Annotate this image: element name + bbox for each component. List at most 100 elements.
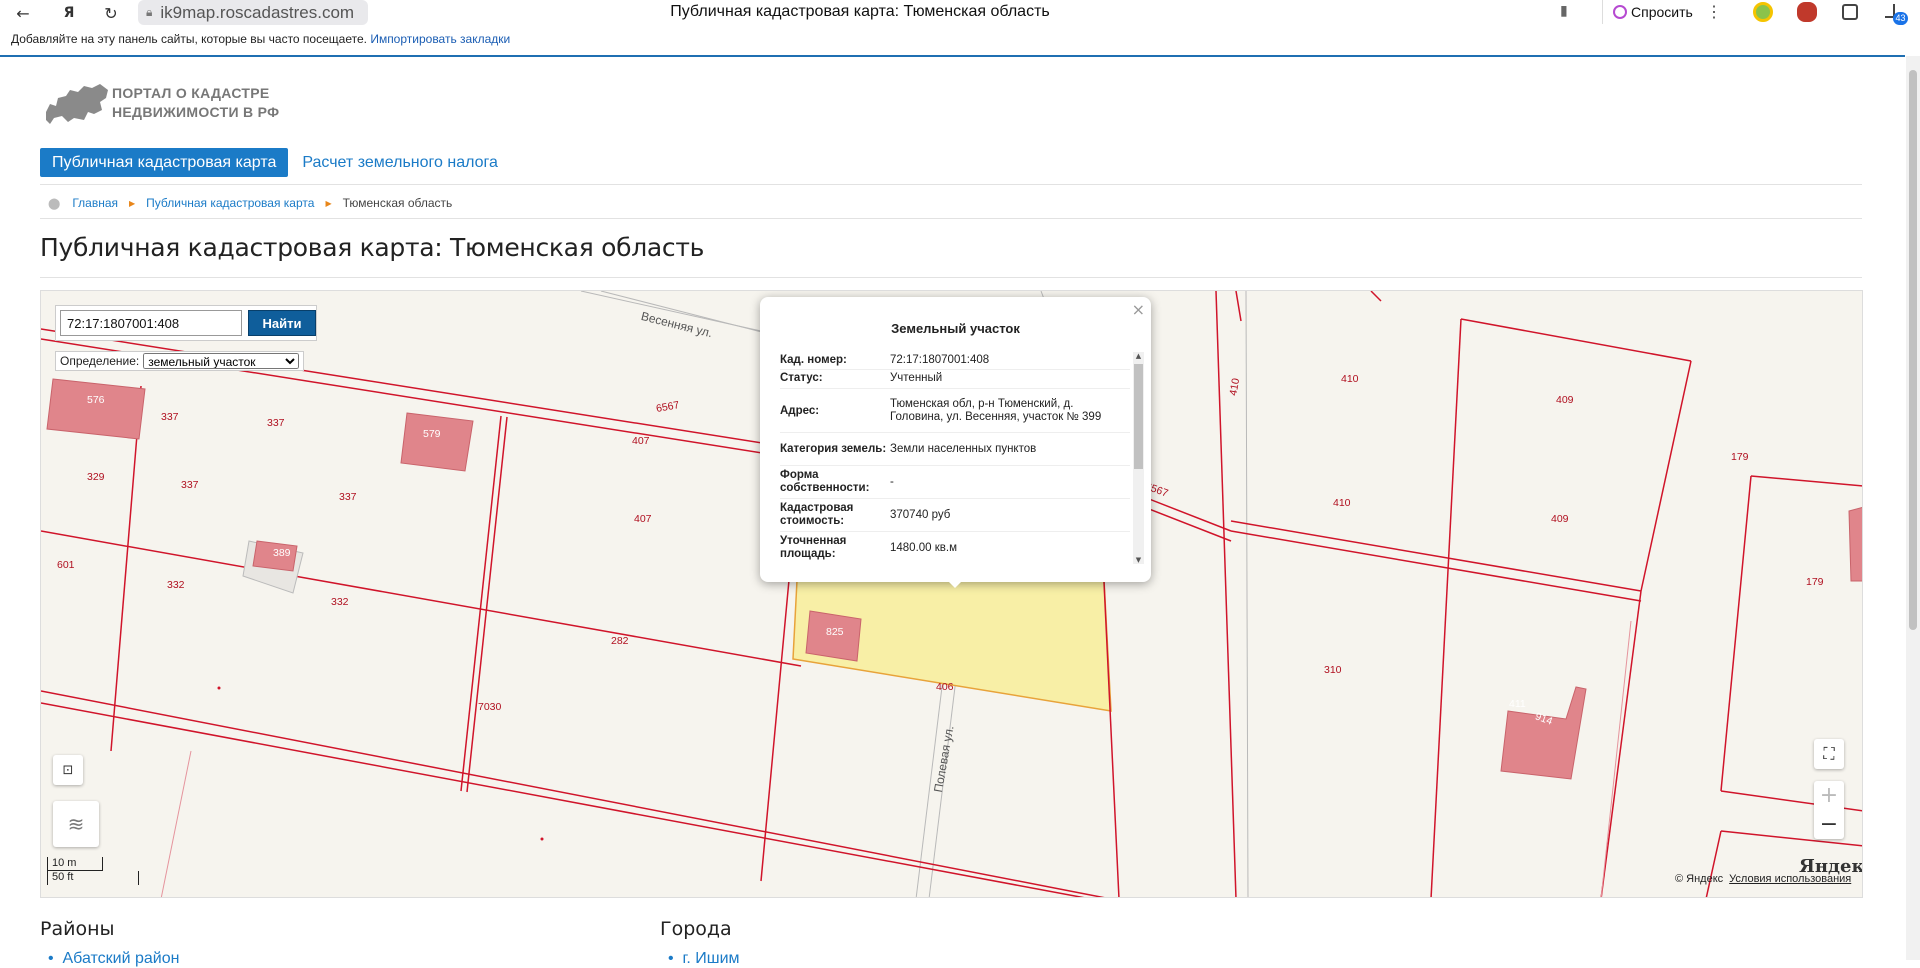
- zoom-out-button[interactable]: −: [1820, 812, 1838, 837]
- cities-heading: Города: [660, 918, 732, 940]
- breadcrumb: ⬤ Главная ▶ Публичная кадастровая карта …: [48, 196, 452, 210]
- districts-heading: Районы: [40, 918, 115, 940]
- district-link[interactable]: • Абатский район: [48, 950, 179, 968]
- zoom-in-button[interactable]: +: [1820, 783, 1838, 808]
- popup-scrollbar-thumb[interactable]: [1134, 364, 1143, 469]
- find-button[interactable]: Найти: [248, 310, 316, 336]
- popup-row-value: -: [890, 476, 894, 488]
- menu-item-cadastral-map[interactable]: Публичная кадастровая карта: [40, 148, 289, 177]
- parcel-number-label: 407: [634, 513, 652, 525]
- bookmarks-hint: Добавляйте на эту панель сайты, которые …: [11, 32, 367, 46]
- building-edge: [1848, 507, 1862, 582]
- parcel-number-label: 332: [331, 596, 349, 608]
- breadcrumb-map[interactable]: Публичная кадастровая карта: [146, 196, 314, 210]
- building-579: [400, 412, 474, 472]
- parcel-number-label: 407: [632, 435, 650, 447]
- breadcrumb-arrow-icon: ▶: [129, 198, 136, 208]
- more-menu-icon[interactable]: ⋮: [1706, 2, 1722, 22]
- logo-line-2: НЕДВИЖИМОСТИ В РФ: [112, 104, 280, 120]
- ask-button[interactable]: Спросить: [1602, 0, 1703, 24]
- browser-toolbar: ← Я ↻ 🔒︎ ik9map.roscadastres.com Публичн…: [0, 0, 1920, 26]
- scroll-down-icon[interactable]: ▼: [1134, 556, 1143, 564]
- terms-link[interactable]: Условия использования: [1729, 873, 1851, 885]
- logo-line-1: ПОРТАЛ О КАДАСТРЕ: [112, 85, 270, 101]
- page-top-border: [0, 55, 1905, 57]
- menu-divider: [40, 184, 1862, 185]
- popup-row: Уточненная площадь: 1480.00 кв.м: [780, 532, 1130, 560]
- cadastral-map[interactable]: Весенняя ул. Полевая ул. 576 337 337 579 656…: [40, 290, 1863, 898]
- map-copyright: © Яндекс Условия использования: [1675, 873, 1851, 885]
- bookmarks-bar: Добавляйте на эту панель сайты, которые …: [0, 32, 1920, 54]
- import-bookmarks-link[interactable]: Импортировать закладки: [370, 32, 510, 46]
- popup-row-value: Земли населенных пунктов: [890, 443, 1037, 455]
- district-link-text[interactable]: Абатский район: [63, 950, 180, 967]
- breadcrumb-home[interactable]: Главная: [72, 196, 118, 210]
- popup-row-label: Кад. номер:: [780, 354, 847, 366]
- ruler-icon[interactable]: ⊡: [53, 755, 83, 785]
- popup-row-label: Форма собственности:: [780, 469, 870, 494]
- parcel-number-label: 337: [339, 491, 357, 503]
- parcel-number-label: 332: [167, 579, 185, 591]
- menu-item-land-tax[interactable]: Расчет земельного налога: [302, 154, 498, 172]
- parcel-number-label: 579: [423, 428, 441, 440]
- ask-label: Спросить: [1631, 4, 1693, 20]
- parcel-info-popup: × Земельный участок Кад. номер: 72:17:180…: [760, 297, 1151, 582]
- scale-imperial: 50 ft: [47, 871, 139, 885]
- map-search-panel: Найти: [55, 305, 317, 341]
- popup-row-label: Статус:: [780, 372, 823, 384]
- scale-bar: 10 m 50 ft: [47, 857, 139, 885]
- parcel-number-label: 409: [1551, 513, 1569, 525]
- parcel-number-label: 389: [273, 547, 291, 559]
- popup-row-value: Учтенный: [890, 372, 943, 384]
- city-link[interactable]: • г. Ишим: [668, 950, 740, 968]
- breadcrumb-divider: [40, 218, 1862, 219]
- popup-row: Кад. номер: 72:17:1807001:408: [780, 352, 1130, 370]
- parcel-number-label: 282: [611, 635, 629, 647]
- popup-scrollbar[interactable]: ▲ ▼: [1133, 352, 1144, 564]
- popup-row: Статус: Учтенный: [780, 370, 1130, 389]
- popup-pointer: [943, 576, 967, 588]
- popup-row: Форма собственности: -: [780, 466, 1130, 499]
- extension-avatar-icon[interactable]: [1797, 2, 1817, 22]
- location-pin-icon: ⬤: [48, 196, 61, 210]
- popup-row-label: Категория земель:: [780, 442, 887, 455]
- parcel-number-label: 601: [57, 559, 75, 571]
- parcel-number-label: 329: [87, 471, 105, 483]
- city-link-text[interactable]: г. Ишим: [683, 950, 740, 967]
- definition-select[interactable]: земельный участок: [143, 353, 300, 369]
- downloads-badge: 43: [1893, 12, 1908, 25]
- parcel-number-label: 825: [826, 626, 844, 638]
- main-menu: Публичная кадастровая карта Расчет земел…: [40, 148, 498, 177]
- fullscreen-icon[interactable]: ⛶: [1814, 739, 1844, 769]
- bookmark-icon[interactable]: ▮: [1560, 3, 1568, 19]
- title-divider: [40, 277, 1862, 278]
- zoom-control: + −: [1814, 781, 1844, 839]
- alice-icon: [1613, 5, 1627, 19]
- parcel-number-label: 337: [181, 479, 199, 491]
- parcel-number-label: 7030: [478, 701, 502, 713]
- close-icon[interactable]: ×: [1132, 300, 1145, 319]
- russia-map-logo-icon[interactable]: [44, 82, 110, 126]
- popup-row: Адрес: Тюменская обл, р-н Тюменский, д. Г…: [780, 389, 1130, 433]
- definition-label: Определение:: [60, 354, 140, 368]
- extension-icon[interactable]: [1753, 2, 1773, 22]
- scroll-up-icon[interactable]: ▲: [1134, 352, 1143, 360]
- popup-row-label: Уточненная площадь:: [780, 535, 847, 560]
- extensions-puzzle-icon[interactable]: [1842, 4, 1858, 20]
- parcel-number-label: 179: [1806, 576, 1824, 588]
- parcel-number-label: 406: [936, 681, 954, 693]
- cadastral-search-input[interactable]: [60, 310, 242, 336]
- parcel-number-label: 409: [1556, 394, 1574, 406]
- layers-icon[interactable]: ≋: [53, 801, 99, 847]
- page-scrollbar-thumb[interactable]: [1909, 70, 1917, 630]
- popup-table: Кад. номер: 72:17:1807001:408 Статус: Учте…: [780, 352, 1130, 560]
- site-logo-text[interactable]: ПОРТАЛ О КАДАСТРЕ НЕДВИЖИМОСТИ В РФ: [112, 84, 279, 122]
- parcel-number-label: 410: [1341, 373, 1359, 385]
- popup-row-value: 72:17:1807001:408: [890, 354, 990, 366]
- copyright-text: © Яндекс: [1675, 873, 1724, 885]
- breadcrumb-current: Тюменская область: [342, 196, 453, 210]
- parcel-number-label: 337: [267, 417, 285, 429]
- page-title: Публичная кадастровая карта: Тюменская о…: [40, 233, 705, 262]
- parcel-number-label: 411: [1509, 698, 1526, 710]
- definition-row: Определение: земельный участок: [55, 351, 305, 371]
